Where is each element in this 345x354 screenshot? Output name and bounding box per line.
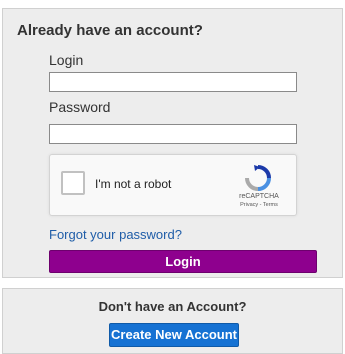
recaptcha-privacy-terms[interactable]: Privacy - Terms: [230, 202, 288, 208]
recaptcha-checkbox[interactable]: [61, 171, 85, 195]
forgot-password-link[interactable]: Forgot your password?: [49, 227, 182, 242]
recaptcha-brand: reCAPTCHA: [239, 193, 279, 200]
recaptcha-widget: I'm not a robot reCAPTCHA Privacy - Term…: [49, 154, 297, 216]
create-account-button[interactable]: Create New Account: [109, 323, 239, 347]
login-button[interactable]: Login: [49, 250, 317, 273]
login-heading: Already have an account?: [17, 22, 203, 39]
login-input[interactable]: [49, 72, 297, 92]
recaptcha-label: I'm not a robot: [95, 177, 172, 191]
recaptcha-logo-icon: [245, 165, 271, 191]
signup-heading: Don't have an Account?: [98, 299, 247, 314]
login-label: Login: [49, 52, 84, 68]
login-panel: Already have an account? Login Password …: [2, 8, 343, 278]
signup-panel: Don't have an Account? Create New Accoun…: [2, 288, 343, 354]
password-label: Password: [49, 99, 111, 115]
password-input[interactable]: [49, 124, 297, 144]
